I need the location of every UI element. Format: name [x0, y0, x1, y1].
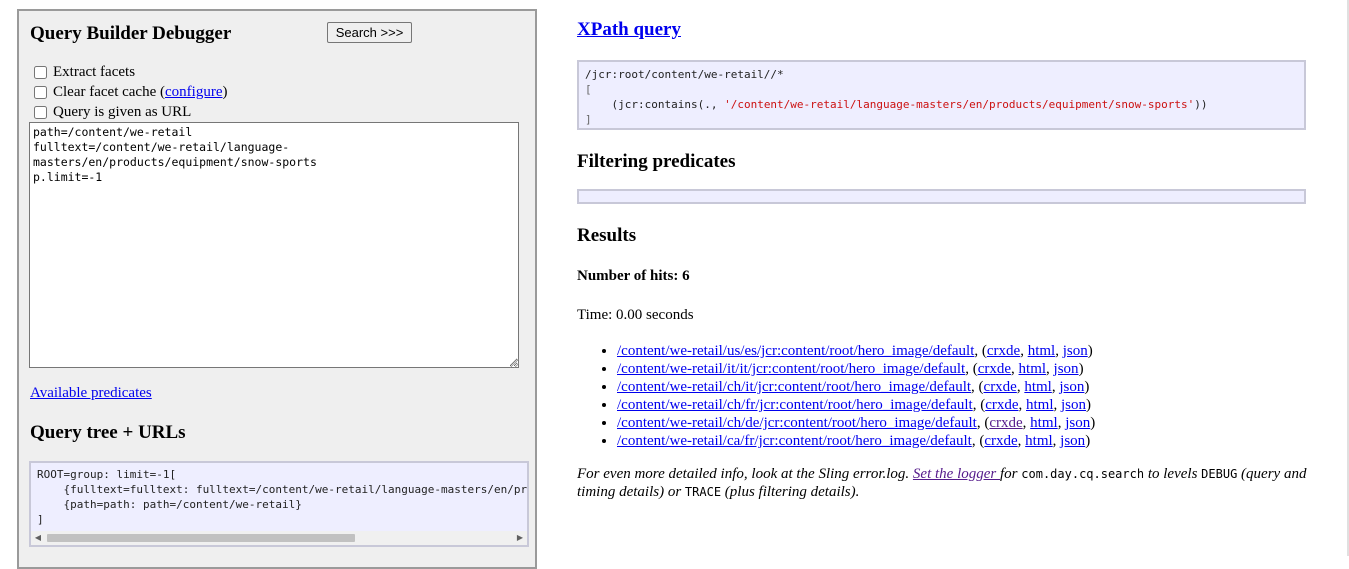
json-link[interactable]: json — [1059, 379, 1084, 395]
logging-note: For even more detailed info, look at the… — [577, 465, 1317, 501]
set-logger-link[interactable]: Set the logger — [913, 466, 1000, 482]
scrollbar-thumb[interactable] — [47, 534, 355, 542]
xpath-function-close: )) — [1194, 98, 1208, 111]
extract-facets-label: Extract facets — [53, 64, 136, 80]
results-list: /content/we-retail/us/es/jcr:content/roo… — [577, 342, 1095, 450]
query-as-url-checkbox[interactable] — [34, 106, 47, 119]
xpath-string: '/content/we-retail/language-masters/en/… — [724, 98, 1195, 111]
query-as-url-option[interactable]: Query is given as URL — [32, 104, 191, 121]
clear-facet-cache-option[interactable]: Clear facet cache (configure) — [32, 84, 227, 101]
note-levels: to levels — [1144, 466, 1202, 482]
query-input[interactable]: path=/content/we-retail fulltext=/conten… — [29, 122, 519, 368]
filtering-predicates-title: Filtering predicates — [577, 151, 736, 172]
json-link[interactable]: json — [1054, 361, 1079, 377]
result-path-link[interactable]: /content/we-retail/ch/it/jcr:content/roo… — [617, 379, 971, 395]
clear-facet-cache-label: Clear facet cache ( — [53, 84, 165, 100]
resize-handle-icon[interactable] — [510, 359, 519, 368]
list-item: /content/we-retail/ch/it/jcr:content/roo… — [617, 378, 1095, 396]
scroll-right-icon[interactable]: ▶ — [513, 531, 527, 545]
html-link[interactable]: html — [1019, 361, 1047, 377]
result-path-link[interactable]: /content/we-retail/ch/de/jcr:content/roo… — [617, 415, 977, 431]
query-form-panel: Query Builder Debugger Search >>> Extrac… — [17, 9, 537, 569]
crxde-link[interactable]: crxde — [987, 343, 1020, 359]
list-item: /content/we-retail/it/it/jcr:content/roo… — [617, 360, 1095, 378]
crxde-link[interactable]: crxde — [985, 397, 1018, 413]
crxde-link[interactable]: crxde — [978, 361, 1011, 377]
query-time: Time: 0.00 seconds — [577, 307, 694, 323]
html-link[interactable]: html — [1026, 397, 1054, 413]
html-link[interactable]: html — [1024, 379, 1052, 395]
html-link[interactable]: html — [1028, 343, 1056, 359]
result-path-link[interactable]: /content/we-retail/ca/fr/jcr:content/roo… — [617, 433, 972, 449]
result-path-link[interactable]: /content/we-retail/us/es/jcr:content/roo… — [617, 343, 974, 359]
list-item: /content/we-retail/ch/fr/jcr:content/roo… — [617, 396, 1095, 414]
crxde-link[interactable]: crxde — [989, 415, 1022, 431]
result-path-link[interactable]: /content/we-retail/it/it/jcr:content/roo… — [617, 361, 965, 377]
query-tree-text: ROOT=group: limit=-1[ {fulltext=fulltext… — [37, 468, 528, 526]
list-item: /content/we-retail/ch/de/jcr:content/roo… — [617, 414, 1095, 432]
xpath-query-title[interactable]: XPath query — [577, 19, 681, 41]
json-link[interactable]: json — [1061, 397, 1086, 413]
clear-facet-cache-checkbox[interactable] — [34, 86, 47, 99]
xpath-query-link[interactable]: XPath query — [577, 19, 681, 40]
page-title: Query Builder Debugger — [30, 23, 232, 44]
note-prefix: For even more detailed info, look at the… — [577, 466, 913, 482]
extract-facets-checkbox[interactable] — [34, 66, 47, 79]
results-panel: XPath query /jcr:root/content/we-retail/… — [577, 0, 1337, 556]
xpath-function: (jcr:contains(., — [585, 98, 725, 111]
list-item: /content/we-retail/ca/fr/jcr:content/roo… — [617, 432, 1095, 450]
json-link[interactable]: json — [1063, 343, 1088, 359]
html-link[interactable]: html — [1025, 433, 1053, 449]
extract-facets-option[interactable]: Extract facets — [32, 64, 135, 81]
available-predicates-link[interactable]: Available predicates — [30, 385, 152, 402]
scroll-left-icon[interactable]: ◀ — [31, 531, 45, 545]
query-tree-title: Query tree + URLs — [30, 422, 186, 443]
xpath-close-bracket: ] — [585, 113, 592, 126]
configure-link[interactable]: configure — [165, 84, 222, 101]
xpath-line-root: /jcr:root/content/we-retail//* — [585, 68, 784, 81]
note-trace: TRACE — [684, 485, 722, 499]
list-item: /content/we-retail/us/es/jcr:content/roo… — [617, 342, 1095, 360]
horizontal-scrollbar[interactable]: ◀ ▶ — [31, 531, 527, 545]
crxde-link[interactable]: crxde — [984, 433, 1017, 449]
json-link[interactable]: json — [1065, 415, 1090, 431]
query-tree-box: ROOT=group: limit=-1[ {fulltext=fulltext… — [29, 461, 529, 547]
xpath-query-text: /jcr:root/content/we-retail//* [ (jcr:co… — [579, 62, 1304, 132]
clear-facet-cache-close: ) — [222, 84, 228, 100]
filtering-predicates-box — [577, 189, 1306, 204]
xpath-open-bracket: [ — [585, 83, 592, 96]
note-for: for — [1000, 466, 1022, 482]
note-package: com.day.cq.search — [1021, 467, 1145, 481]
crxde-link[interactable]: crxde — [984, 379, 1017, 395]
json-link[interactable]: json — [1060, 433, 1085, 449]
search-button[interactable]: Search >>> — [327, 22, 412, 43]
xpath-query-box: /jcr:root/content/we-retail//* [ (jcr:co… — [577, 60, 1306, 130]
html-link[interactable]: html — [1030, 415, 1058, 431]
note-suffix: (plus filtering details). — [721, 484, 860, 500]
result-path-link[interactable]: /content/we-retail/ch/fr/jcr:content/roo… — [617, 397, 973, 413]
note-debug: DEBUG — [1201, 467, 1238, 481]
hits-count: Number of hits: 6 — [577, 268, 690, 284]
query-as-url-label: Query is given as URL — [53, 104, 192, 120]
results-title: Results — [577, 225, 637, 246]
